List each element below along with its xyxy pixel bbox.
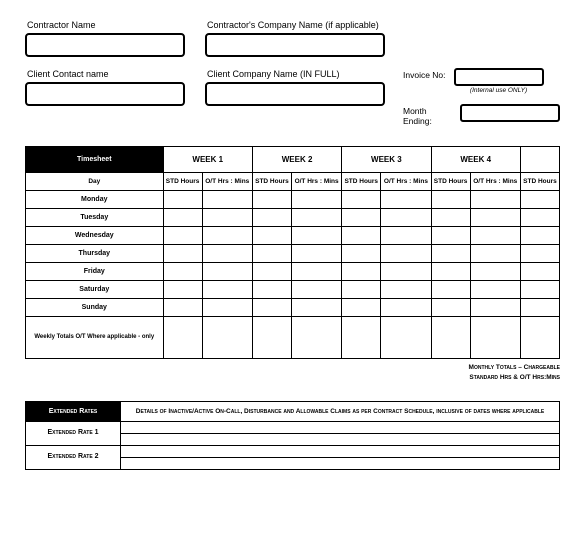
header-section: Contractor Name Client Contact name Cont… [25,20,560,136]
ext-rate1-cell-b[interactable] [121,433,560,445]
field-contractor-company: Contractor's Company Name (if applicable… [205,20,385,57]
timesheet-title: Timesheet [26,147,164,173]
w2-std: STD Hours [252,173,291,191]
ext-rate2-cell-a[interactable] [121,445,560,457]
week-3-hdr: WEEK 3 [342,147,431,173]
monthly-totals-note: Monthly Totals – Chargeable Standard Hrs… [25,363,560,383]
w3-std: STD Hours [342,173,381,191]
row-totals: Weekly Totals O/T Where applicable - onl… [26,317,560,359]
col-contractor: Contractor Name Client Contact name [25,20,185,136]
w4-ot: O/T Hrs : Mins [470,173,520,191]
invoice-no-label: Invoice No: [403,68,446,80]
extended-rates-table: Extended Rates Details of Inactive/Activ… [25,401,560,470]
invoice-box-wrap: (Internal use ONLY) [454,68,544,94]
week-extra [520,147,559,173]
w4-std: STD Hours [431,173,470,191]
extended-details: Details of Inactive/Active On-Call, Dist… [121,401,560,421]
day-mon: Monday [26,191,164,209]
extended-rates-title: Extended Rates [26,401,121,421]
contractor-name-input[interactable] [25,33,185,57]
timesheet-subheader-row: Day STD Hours O/T Hrs : Mins STD Hours O… [26,173,560,191]
row-sunday: Sunday [26,299,560,317]
contractor-name-label: Contractor Name [25,20,185,30]
row-tuesday: Tuesday [26,209,560,227]
client-company-label: Client Company Name (IN FULL) [205,69,385,79]
row-friday: Friday [26,263,560,281]
field-contractor-name: Contractor Name [25,20,185,57]
ext-rate2-cell-b[interactable] [121,457,560,469]
field-client-contact: Client Contact name [25,69,185,106]
invoice-row: Invoice No: (Internal use ONLY) [403,68,560,94]
ext-header-row: Extended Rates Details of Inactive/Activ… [26,401,560,421]
month-ending-row: Month Ending: [403,104,560,126]
invoice-no-input[interactable] [454,68,544,86]
w5-std: STD Hours [520,173,559,191]
week-1-hdr: WEEK 1 [163,147,252,173]
month-ending-label: Month Ending: [403,104,452,126]
row-thursday: Thursday [26,245,560,263]
field-client-company: Client Company Name (IN FULL) [205,69,385,106]
row-monday: Monday [26,191,560,209]
day-sat: Saturday [26,281,164,299]
timesheet-table: Timesheet WEEK 1 WEEK 2 WEEK 3 WEEK 4 Da… [25,146,560,359]
contractor-company-input[interactable] [205,33,385,57]
footer-line2: Standard Hrs & O/T Hrs:Mins [469,374,560,381]
client-contact-label: Client Contact name [25,69,185,79]
invoice-sub-label: (Internal use ONLY) [470,87,527,94]
w1-std: STD Hours [163,173,202,191]
row-wednesday: Wednesday [26,227,560,245]
day-col-hdr: Day [26,173,164,191]
w1-ot: O/T Hrs : Mins [202,173,252,191]
ext-rate2-row: Extended Rate 2 [26,445,560,457]
day-fri: Friday [26,263,164,281]
day-sun: Sunday [26,299,164,317]
page: Contractor Name Client Contact name Cont… [0,0,585,470]
col-company: Contractor's Company Name (if applicable… [205,20,385,136]
footer-line1: Monthly Totals – Chargeable [469,364,560,371]
timesheet-header-row: Timesheet WEEK 1 WEEK 2 WEEK 3 WEEK 4 [26,147,560,173]
ext-rate1-cell-a[interactable] [121,421,560,433]
client-company-input[interactable] [205,82,385,106]
month-ending-input[interactable] [460,104,560,122]
week-2-hdr: WEEK 2 [252,147,341,173]
day-tue: Tuesday [26,209,164,227]
day-thu: Thursday [26,245,164,263]
client-contact-input[interactable] [25,82,185,106]
row-saturday: Saturday [26,281,560,299]
contractor-company-label: Contractor's Company Name (if applicable… [205,20,385,30]
header-left: Contractor Name Client Contact name Cont… [25,20,385,136]
week-4-hdr: WEEK 4 [431,147,520,173]
day-wed: Wednesday [26,227,164,245]
w2-ot: O/T Hrs : Mins [291,173,341,191]
ext-rate1-row: Extended Rate 1 [26,421,560,433]
weekly-totals-label: Weekly Totals O/T Where applicable - onl… [26,317,164,359]
ext-rate2-label: Extended Rate 2 [26,445,121,469]
ext-rate1-label: Extended Rate 1 [26,421,121,445]
w3-ot: O/T Hrs : Mins [381,173,431,191]
header-right: Invoice No: (Internal use ONLY) Month En… [403,20,560,136]
